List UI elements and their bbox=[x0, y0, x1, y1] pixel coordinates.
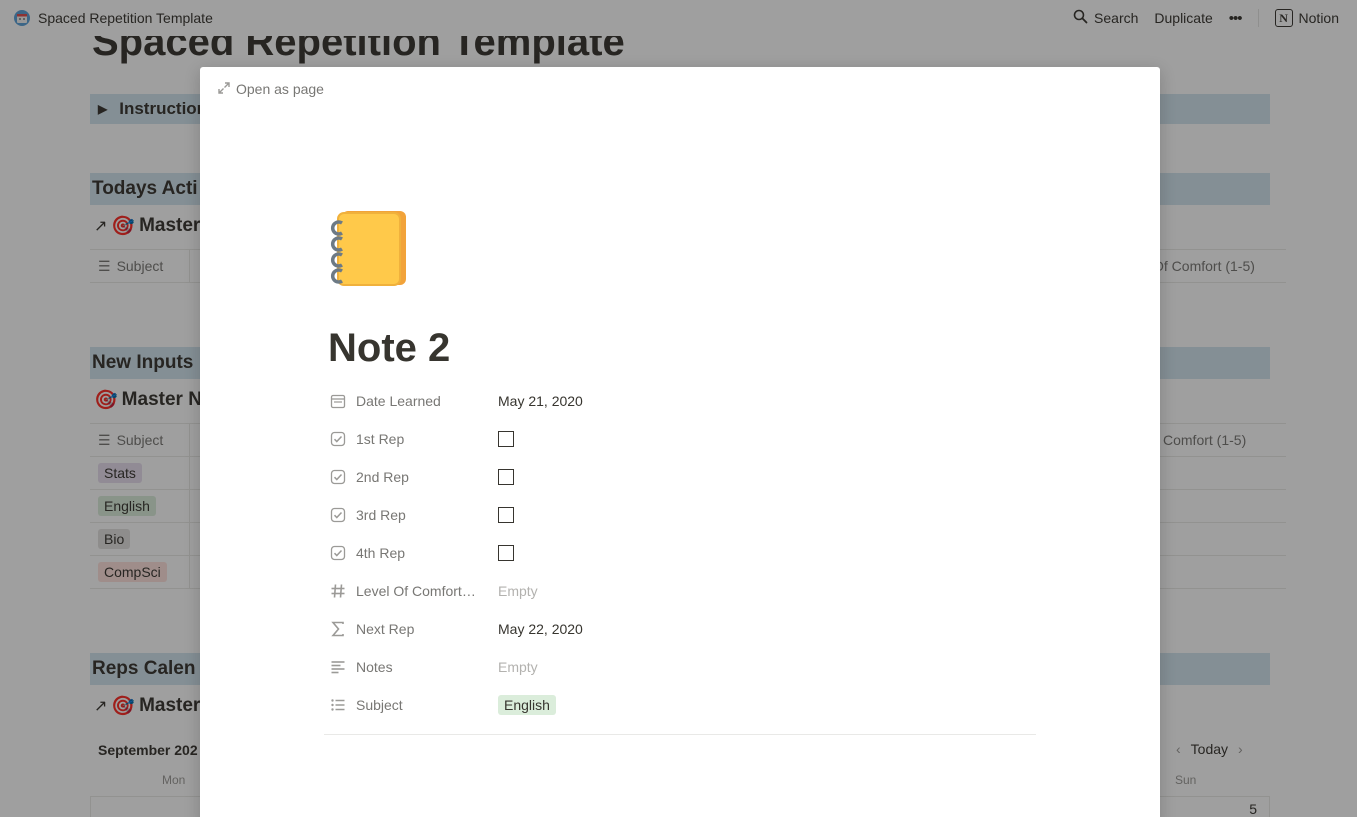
property-label: Level Of Comfort… bbox=[356, 583, 476, 599]
rep2-checkbox[interactable] bbox=[498, 469, 514, 485]
properties-list: Date Learned May 21, 2020 1st Rep 2nd Re… bbox=[328, 382, 1038, 724]
checkbox-property-icon bbox=[328, 507, 348, 523]
property-subject[interactable]: Subject English bbox=[328, 686, 1038, 724]
property-date-learned[interactable]: Date Learned May 21, 2020 bbox=[328, 382, 1038, 420]
property-1st-rep[interactable]: 1st Rep bbox=[328, 420, 1038, 458]
property-label: 4th Rep bbox=[356, 545, 406, 561]
note-title[interactable]: Note 2 bbox=[328, 326, 450, 371]
property-notes[interactable]: Notes Empty bbox=[328, 648, 1038, 686]
open-as-page-label: Open as page bbox=[236, 81, 324, 97]
notebook-icon[interactable] bbox=[328, 207, 410, 289]
page-peek-modal: Open as page Note 2 Date Learned May 21, bbox=[200, 67, 1160, 817]
expand-arrows-icon bbox=[218, 81, 230, 97]
formula-sigma-icon bbox=[328, 621, 348, 637]
rep1-checkbox[interactable] bbox=[498, 431, 514, 447]
multi-select-list-icon bbox=[328, 697, 348, 713]
properties-divider bbox=[324, 734, 1036, 735]
notes-value[interactable]: Empty bbox=[498, 659, 538, 675]
number-hash-icon bbox=[328, 583, 348, 599]
next-rep-value[interactable]: May 22, 2020 bbox=[498, 621, 583, 637]
property-label: Subject bbox=[356, 697, 403, 713]
property-3rd-rep[interactable]: 3rd Rep bbox=[328, 496, 1038, 534]
property-2nd-rep[interactable]: 2nd Rep bbox=[328, 458, 1038, 496]
checkbox-property-icon bbox=[328, 545, 348, 561]
property-label: 2nd Rep bbox=[356, 469, 409, 485]
property-next-rep[interactable]: Next Rep May 22, 2020 bbox=[328, 610, 1038, 648]
property-4th-rep[interactable]: 4th Rep bbox=[328, 534, 1038, 572]
comfort-value[interactable]: Empty bbox=[498, 583, 538, 599]
calendar-icon bbox=[328, 393, 348, 409]
rep3-checkbox[interactable] bbox=[498, 507, 514, 523]
property-label: 3rd Rep bbox=[356, 507, 406, 523]
property-label: 1st Rep bbox=[356, 431, 405, 447]
property-label: Next Rep bbox=[356, 621, 415, 637]
subject-english-tag[interactable]: English bbox=[498, 695, 556, 715]
checkbox-property-icon bbox=[328, 431, 348, 447]
date-learned-value[interactable]: May 21, 2020 bbox=[498, 393, 583, 409]
checkbox-property-icon bbox=[328, 469, 348, 485]
property-label: Date Learned bbox=[356, 393, 441, 409]
open-as-page-button[interactable]: Open as page bbox=[218, 81, 324, 97]
text-lines-icon bbox=[328, 659, 348, 675]
rep4-checkbox[interactable] bbox=[498, 545, 514, 561]
property-level-of-comfort[interactable]: Level Of Comfort… Empty bbox=[328, 572, 1038, 610]
property-label: Notes bbox=[356, 659, 393, 675]
